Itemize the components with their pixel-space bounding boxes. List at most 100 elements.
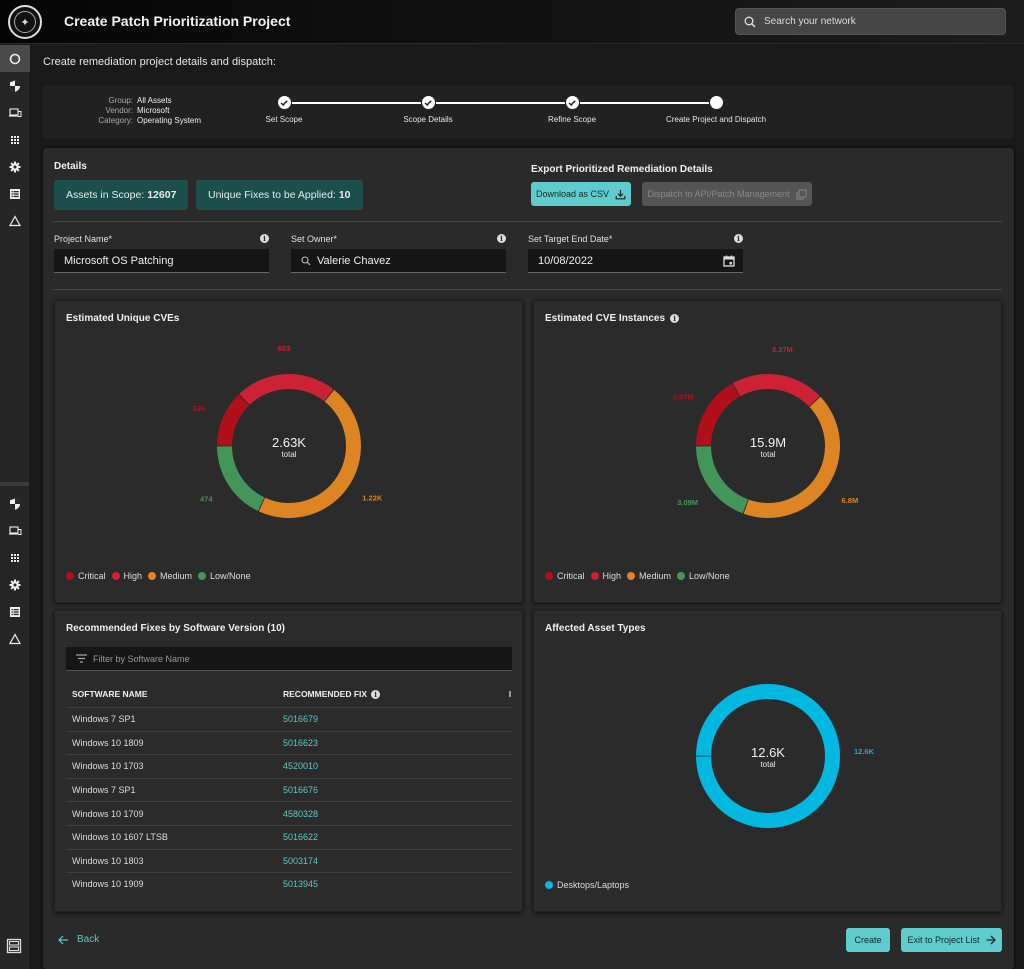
step-refine-scope[interactable]: Refine Scope: [512, 96, 632, 124]
export-heading: Export Prioritized Remediation Details: [531, 164, 713, 175]
sidebar-item-gear[interactable]: [0, 571, 30, 598]
project-name-field[interactable]: Microsoft OS Patching: [54, 249, 269, 273]
legend-label: Medium: [160, 571, 193, 581]
donut-slice-low-none[interactable]: [217, 446, 265, 511]
sidebar-item-grid-apps[interactable]: [0, 126, 30, 153]
sidebar-item-list[interactable]: [0, 598, 30, 625]
donut-slice-critical[interactable]: [217, 394, 250, 446]
table-row[interactable]: Windows 7 SP1 5016679: [66, 707, 512, 731]
recommended-fix-link[interactable]: 5003174: [283, 856, 318, 866]
software-name-cell: Windows 7 SP1: [72, 714, 136, 725]
list-icon: [10, 606, 20, 617]
step-scope-details[interactable]: Scope Details: [368, 96, 488, 124]
fixes-label: Unique Fixes to be Applied:: [208, 189, 336, 201]
create-button[interactable]: Create: [846, 928, 890, 952]
donut-slice-high[interactable]: [732, 374, 820, 407]
devices-icon: [9, 525, 22, 535]
legend-item[interactable]: Medium: [148, 571, 192, 581]
table-title: Recommended Fixes by Software Version (1…: [66, 623, 285, 634]
main-panel: Details Assets in Scope: 12607 Unique Fix…: [43, 148, 1014, 969]
column-header-software-name[interactable]: SOFTWARE NAME: [72, 689, 148, 699]
scope-key: Group:: [108, 96, 133, 105]
sidebar-item-circle-ring[interactable]: [0, 45, 30, 72]
info-icon[interactable]: i: [260, 234, 269, 243]
legend-item[interactable]: Medium: [627, 571, 671, 581]
fixes-value: 10: [338, 189, 351, 201]
create-label: Create: [854, 935, 882, 945]
step-set-scope[interactable]: Set Scope: [224, 96, 344, 124]
end-date-field[interactable]: 10/08/2022: [528, 249, 743, 273]
table-row[interactable]: Windows 10 1909 5013945: [66, 872, 512, 896]
donut-slice-high[interactable]: [239, 374, 334, 405]
sidebar-item-gear[interactable]: [0, 153, 30, 180]
table-row[interactable]: Windows 10 1809 5016623: [66, 730, 512, 755]
search-box[interactable]: [735, 8, 1006, 35]
step-label: Set Scope: [265, 115, 303, 124]
filter-box[interactable]: [66, 647, 512, 671]
legend-label: Desktops/Laptops: [557, 880, 630, 890]
donut-slice-critical[interactable]: [696, 383, 740, 446]
sidebar-item-devices[interactable]: [0, 517, 30, 544]
download-csv-label: Download as CSV: [535, 189, 610, 199]
back-link[interactable]: Back: [58, 934, 99, 945]
divider: [53, 289, 1002, 290]
slice-value-label: 2.67M: [673, 393, 694, 402]
sidebar-item-warning-triangle[interactable]: [0, 625, 30, 652]
recommended-fix-link[interactable]: 5016623: [283, 738, 318, 748]
table-row[interactable]: Windows 10 1703 4520010: [66, 754, 512, 778]
chart-legend: Critical High Medium Low/None: [545, 571, 736, 581]
project-name-value: Microsoft OS Patching: [64, 254, 174, 267]
legend-dot: [66, 572, 74, 580]
sidebar-item-warning-triangle[interactable]: [0, 207, 30, 234]
check-icon: [421, 96, 435, 109]
dispatch-api-button[interactable]: Dispatch to API/Patch Management: [642, 182, 812, 206]
recommended-fix-link[interactable]: 4520010: [283, 761, 318, 771]
legend-item[interactable]: Critical: [545, 571, 585, 581]
filter-input[interactable]: [93, 653, 473, 664]
info-icon[interactable]: i: [497, 234, 506, 243]
legend-item[interactable]: Low/None: [198, 571, 251, 581]
table-row[interactable]: Windows 10 1607 LTSB 5016622: [66, 824, 512, 849]
recommended-fix-link[interactable]: 5016679: [283, 714, 318, 724]
info-icon[interactable]: i: [371, 689, 381, 699]
sidebar-divider: [0, 482, 29, 486]
sidebar-item-shield[interactable]: [0, 72, 30, 99]
exit-to-project-list-button[interactable]: Exit to Project List: [901, 928, 1002, 952]
step-create-project-dispatch[interactable]: Create Project and Dispatch: [656, 96, 776, 124]
legend-item[interactable]: High: [590, 571, 622, 581]
legend-label: High: [602, 571, 622, 581]
download-csv-button[interactable]: Download as CSV: [531, 182, 631, 206]
sidebar-item-list[interactable]: [0, 180, 30, 207]
list-icon: [10, 188, 20, 199]
divider: [53, 221, 1002, 222]
calendar-icon[interactable]: [723, 255, 735, 267]
collapse-panel-icon[interactable]: [6, 938, 22, 959]
owner-value: Valerie Chavez: [317, 254, 391, 267]
software-name-cell: Windows 10 1607 LTSB: [72, 832, 168, 843]
agency-seal-icon[interactable]: ✦: [8, 5, 42, 39]
donut-slice-medium[interactable]: [743, 396, 840, 518]
search-input[interactable]: [764, 16, 984, 27]
gear-icon: [9, 161, 21, 172]
recommended-fix-link[interactable]: 5016622: [283, 832, 318, 842]
slice-value-label: 603: [278, 344, 291, 353]
legend-item[interactable]: Desktops/Laptops: [545, 880, 629, 890]
sidebar-item-grid-apps[interactable]: [0, 544, 30, 571]
info-icon[interactable]: i: [734, 234, 743, 243]
recommended-fix-link[interactable]: 5013945: [283, 879, 318, 889]
table-row[interactable]: Windows 10 1709 4580328: [66, 801, 512, 825]
column-header-recommended-fix[interactable]: RECOMMENDED FIX i: [283, 689, 381, 699]
donut-slice-medium[interactable]: [258, 389, 361, 518]
recommended-fix-link[interactable]: 4580328: [283, 809, 318, 819]
scope-value: All Assets: [137, 96, 172, 105]
sidebar-item-devices[interactable]: [0, 99, 30, 126]
table-row[interactable]: Windows 10 1803 5003174: [66, 848, 512, 873]
recommended-fix-link[interactable]: 5016676: [283, 785, 318, 795]
donut-slice-low-none[interactable]: [696, 446, 748, 514]
owner-field[interactable]: Valerie Chavez: [291, 249, 506, 273]
table-row[interactable]: Windows 7 SP1 5016676: [66, 777, 512, 802]
legend-item[interactable]: High: [111, 571, 142, 581]
legend-item[interactable]: Low/None: [677, 571, 730, 581]
legend-item[interactable]: Critical: [66, 571, 106, 581]
sidebar-item-shield[interactable]: [0, 490, 30, 517]
